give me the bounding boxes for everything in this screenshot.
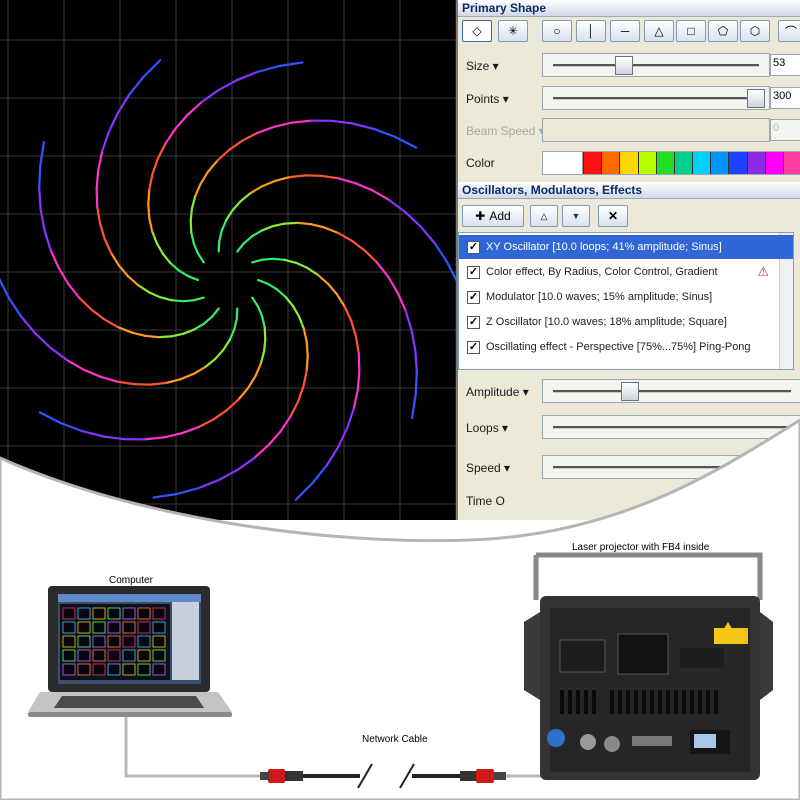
connection-diagram	[28, 552, 773, 789]
cable-line-left	[124, 712, 285, 778]
laser-projector-image	[524, 552, 773, 780]
projector-caption: Laser projector with FB4 inside	[572, 542, 710, 553]
network-port	[694, 734, 716, 748]
laptop-image	[28, 586, 232, 717]
network-cable-right	[399, 763, 506, 789]
laptop-keyboard	[54, 696, 204, 708]
network-cable-left	[260, 763, 373, 789]
power-connector	[547, 729, 565, 747]
network-cable-caption: Network Cable	[362, 734, 428, 745]
computer-caption: Computer	[109, 575, 153, 586]
product-illustration: Primary Shape ◇ ✳ ○ │ ─ △ □ ⬠ ⬡ ⌒ Size ▾ 53 Point…	[0, 0, 800, 800]
